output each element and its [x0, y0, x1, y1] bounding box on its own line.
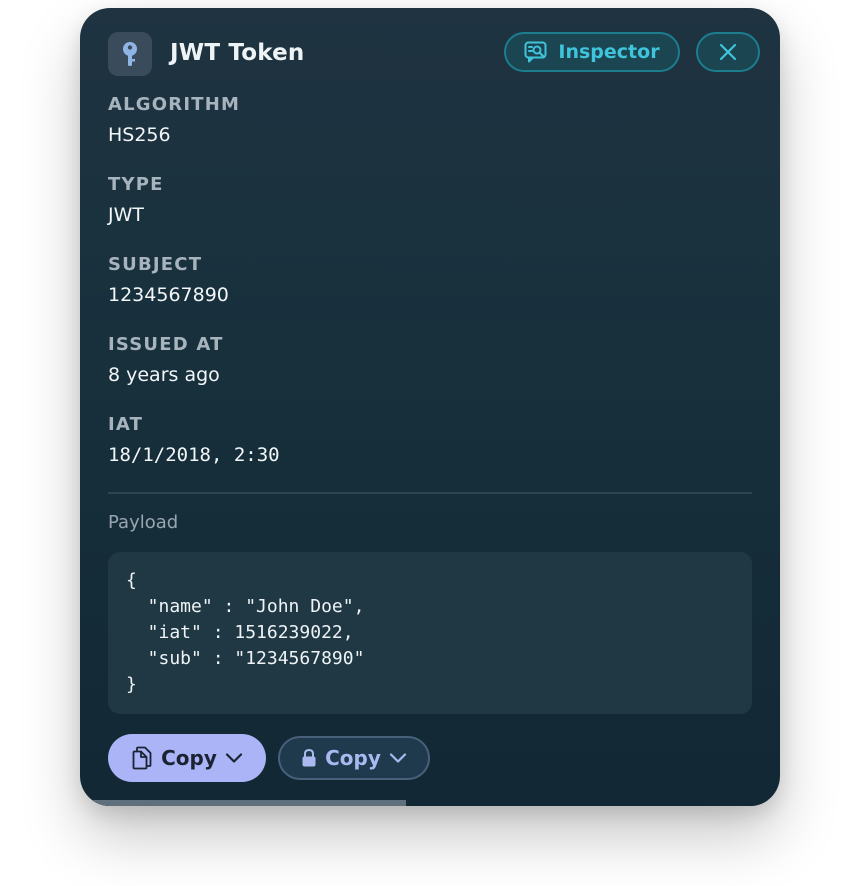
scrollbar-thumb[interactable]: [80, 800, 406, 806]
copy-label: Copy: [161, 746, 217, 770]
close-icon: [719, 43, 737, 61]
jwt-token-panel: JWT Token Inspector ALGORITHM HS256 TYPE…: [80, 8, 780, 806]
key-icon: [108, 32, 152, 76]
copy-secure-label: Copy: [325, 746, 381, 770]
field-issued-at: ISSUED AT 8 years ago: [108, 334, 224, 386]
code-line: "name" : "John Doe",: [126, 596, 365, 617]
inspector-button[interactable]: Inspector: [504, 32, 680, 72]
horizontal-scrollbar[interactable]: [80, 800, 780, 806]
lock-icon: [301, 748, 317, 768]
divider: [108, 492, 752, 494]
field-label: ISSUED AT: [108, 334, 224, 355]
inspector-icon: [524, 41, 550, 63]
field-label: IAT: [108, 414, 144, 435]
field-value: HS256: [108, 124, 171, 146]
code-line: }: [126, 674, 137, 695]
code-line: "sub" : "1234567890": [126, 648, 365, 669]
field-value: 1234567890: [108, 284, 229, 306]
field-value: 18/1/2018, 2:30: [108, 444, 280, 466]
copy-button[interactable]: Copy: [108, 734, 266, 782]
field-algorithm: ALGORITHM HS256: [108, 94, 240, 146]
field-value: 8 years ago: [108, 364, 220, 386]
copy-secure-button[interactable]: Copy: [278, 736, 430, 780]
panel-title: JWT Token: [170, 40, 305, 66]
field-iat: IAT 18/1/2018, 2:30: [108, 414, 280, 466]
payload-code-block[interactable]: { "name" : "John Doe", "iat" : 151623902…: [108, 552, 752, 714]
chevron-down-icon: [389, 752, 407, 764]
payload-label: Payload: [108, 512, 179, 533]
field-value: JWT: [108, 204, 144, 226]
copy-document-icon: [131, 746, 153, 770]
field-subject: SUBJECT 1234567890: [108, 254, 229, 306]
chevron-down-icon: [225, 752, 243, 764]
field-label: TYPE: [108, 174, 164, 195]
panel-header: JWT Token Inspector: [108, 32, 760, 78]
code-line: {: [126, 570, 137, 591]
code-line: "iat" : 1516239022,: [126, 622, 354, 643]
field-type: TYPE JWT: [108, 174, 164, 226]
field-label: ALGORITHM: [108, 94, 241, 115]
field-label: SUBJECT: [108, 254, 203, 275]
inspector-label: Inspector: [558, 41, 660, 63]
close-button[interactable]: [696, 32, 760, 72]
